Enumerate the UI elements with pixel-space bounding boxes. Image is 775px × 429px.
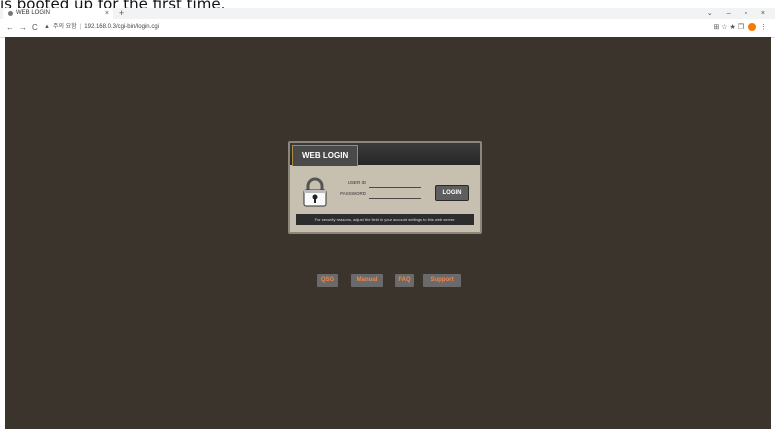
password-input[interactable] <box>369 190 421 199</box>
security-label: 주의 요함 <box>52 24 77 30</box>
close-tab-icon[interactable]: × <box>105 8 109 19</box>
login-panel-header: WEB LOGIN <box>290 143 480 166</box>
password-label: PASSWORD <box>340 191 366 196</box>
address-bar: ← → C ▲ 주의 요함 | 192.168.0.3/cgi-bin/login.c… <box>0 19 775 38</box>
support-link[interactable]: Support <box>423 274 461 287</box>
back-icon[interactable]: ← <box>6 23 14 33</box>
browser-tab[interactable]: WEB LOGIN × <box>3 8 113 19</box>
username-input[interactable] <box>369 179 421 188</box>
new-tab-button[interactable]: + <box>119 8 124 19</box>
globe-icon <box>8 11 13 16</box>
menu-icon[interactable]: ⋮ <box>760 24 767 31</box>
reload-icon[interactable]: C <box>32 23 38 33</box>
url-field[interactable]: ▲ 주의 요함 | 192.168.0.3/cgi-bin/login.cgi <box>44 22 644 33</box>
web-login-tab[interactable]: WEB LOGIN <box>292 145 359 166</box>
login-panel: WEB LOGIN USER ID PASSWORD LOGIN For sec… <box>288 141 482 234</box>
tab-title: WEB LOGIN <box>16 10 51 16</box>
faq-link[interactable]: FAQ <box>395 274 414 287</box>
username-label: USER ID <box>347 180 366 185</box>
manual-link[interactable]: Manual <box>351 274 383 287</box>
browser-tab-strip: WEB LOGIN × + ⌄ – ▫ × <box>0 8 775 19</box>
qsg-link[interactable]: QSG <box>317 274 338 287</box>
warning-icon: ▲ <box>44 24 50 30</box>
login-button[interactable]: LOGIN <box>435 185 469 201</box>
toolbar-icons-text: ⊞ ☆ ★ ❐ <box>713 24 744 31</box>
security-notice: For security reasons, adjust the field i… <box>296 214 474 225</box>
profile-avatar[interactable] <box>748 23 756 32</box>
url-text: 192.168.0.3/cgi-bin/login.cgi <box>84 24 159 30</box>
window-controls[interactable]: ⌄ – ▫ × <box>707 8 771 19</box>
toolbar-icons[interactable]: ⊞ ☆ ★ ❐ ⋮ <box>713 22 767 33</box>
forward-icon[interactable]: → <box>19 23 27 33</box>
lock-icon <box>303 177 327 207</box>
